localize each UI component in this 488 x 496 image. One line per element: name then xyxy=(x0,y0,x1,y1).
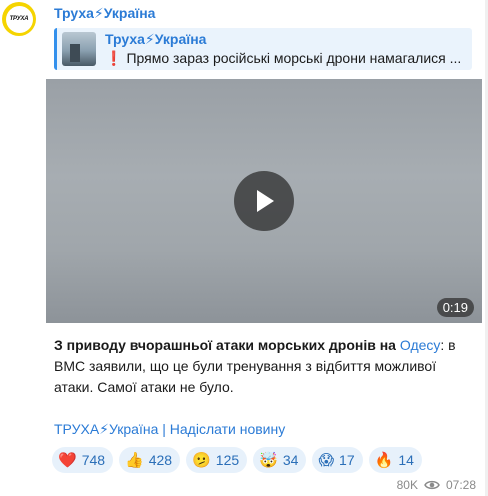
play-button[interactable] xyxy=(234,171,294,231)
reaction-chip[interactable]: 🔥 14 xyxy=(368,447,422,473)
reaction-count: 17 xyxy=(339,452,355,468)
reaction-emoji-icon: 🤯 xyxy=(259,451,278,469)
message-bubble: Труха⚡Україна Труха⚡Україна ❗ Прямо зараз… xyxy=(46,0,482,496)
reaction-count: 34 xyxy=(282,452,299,468)
reply-text: ❗ Прямо зараз російські морські дрони нам… xyxy=(105,50,470,67)
reaction-chip[interactable]: 😱 17 xyxy=(312,447,363,473)
odesa-link[interactable]: Одесу xyxy=(400,337,441,353)
eye-icon xyxy=(424,480,440,490)
exclamation-icon: ❗ xyxy=(105,50,123,66)
reaction-count: 428 xyxy=(148,452,173,468)
reaction-emoji-icon: 👍 xyxy=(125,451,144,469)
message-meta: 80K 07:28 xyxy=(397,478,476,492)
reaction-emoji-icon: ❤️ xyxy=(58,451,77,469)
channel-avatar[interactable]: ТРУХА xyxy=(2,2,36,36)
reply-snippet: Прямо зараз російські морські дрони нама… xyxy=(126,50,462,66)
video-player[interactable]: 0:19 xyxy=(46,79,482,323)
reaction-emoji-icon: 😱 xyxy=(318,451,335,469)
channel-footer-link[interactable]: ТРУХА⚡Україна | Надіслати новину xyxy=(54,421,285,438)
reactions-bar: ❤️ 748 👍 428 🫤 125 🤯 34 😱 17 🔥 14 xyxy=(52,447,422,473)
sender-name[interactable]: Труха⚡Україна xyxy=(54,5,155,22)
reaction-chip[interactable]: ❤️ 748 xyxy=(52,447,114,473)
reaction-chip[interactable]: 🤯 34 xyxy=(253,447,307,473)
message-bold: З приводу вчорашньої атаки морських дрон… xyxy=(54,337,400,353)
reply-preview[interactable]: Труха⚡Україна ❗ Прямо зараз російські мор… xyxy=(54,28,472,70)
reaction-emoji-icon: 🔥 xyxy=(374,451,394,469)
avatar-logo: ТРУХА xyxy=(5,5,33,33)
reaction-chip[interactable]: 🫤 125 xyxy=(186,447,248,473)
reaction-emoji-icon: 🫤 xyxy=(192,451,211,469)
reaction-count: 14 xyxy=(398,452,414,468)
reaction-count: 125 xyxy=(215,452,240,468)
view-count: 80K xyxy=(396,478,418,492)
reply-thumbnail xyxy=(62,32,96,66)
reply-title: Труха⚡Україна xyxy=(105,31,207,47)
video-duration: 0:19 xyxy=(436,298,474,317)
reaction-count: 748 xyxy=(81,452,106,468)
message-text: З приводу вчорашньої атаки морських дрон… xyxy=(54,335,474,398)
play-icon xyxy=(257,190,274,212)
message-time: 07:28 xyxy=(445,478,476,492)
reaction-chip[interactable]: 👍 428 xyxy=(119,447,181,473)
